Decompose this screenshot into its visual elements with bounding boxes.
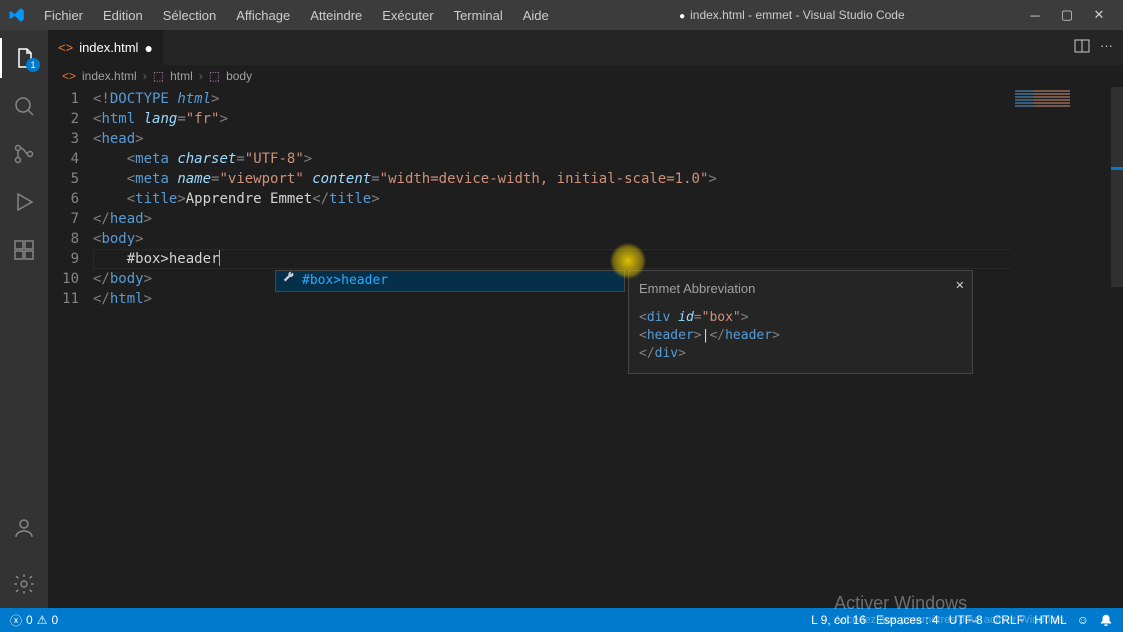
tab-label: index.html — [79, 40, 138, 55]
emmet-preview-popup: ✕ Emmet Abbreviation <div id="box"> <hea… — [628, 270, 973, 374]
wrench-icon — [282, 271, 296, 292]
status-problems[interactable]: ⓧ0 ⚠0 — [10, 612, 58, 629]
menu-affichage[interactable]: Affichage — [228, 4, 298, 27]
emmet-preview-code: <div id="box"> <header>|</header> </div> — [639, 309, 962, 363]
more-actions-icon[interactable]: ··· — [1100, 38, 1113, 57]
titlebar: Fichier Edition Sélection Affichage Atte… — [0, 0, 1123, 30]
code-editor[interactable]: 1 2 3 4 5 6 7 8 9 10 11 <!DOCTYPE html> … — [48, 87, 1123, 608]
chevron-right-icon: › — [143, 69, 147, 83]
menu-aide[interactable]: Aide — [515, 4, 557, 27]
extensions-icon[interactable] — [0, 230, 48, 270]
status-language[interactable]: HTML — [1034, 613, 1067, 627]
run-debug-icon[interactable] — [0, 182, 48, 222]
status-bar: ⓧ0 ⚠0 L 9, col 16 Espaces : 4 UTF-8 CRLF… — [0, 608, 1123, 632]
symbol-icon: ⬚ — [209, 69, 220, 83]
settings-gear-icon[interactable] — [0, 564, 48, 604]
html-file-icon: <> — [58, 40, 73, 55]
warning-icon: ⚠ — [37, 613, 48, 627]
editor-area: <> index.html ● ··· <> index.html › ⬚ ht… — [48, 30, 1123, 608]
breadcrumb-html[interactable]: html — [170, 69, 193, 83]
close-icon[interactable]: ✕ — [1091, 7, 1107, 23]
explorer-icon[interactable]: 1 — [0, 38, 48, 78]
breadcrumb[interactable]: <> index.html › ⬚ html › ⬚ body — [48, 65, 1123, 87]
status-eol[interactable]: CRLF — [993, 613, 1024, 627]
breadcrumb-body[interactable]: body — [226, 69, 252, 83]
activity-bar: 1 — [0, 30, 48, 608]
status-cursor[interactable]: L 9, col 16 — [811, 613, 866, 627]
chevron-right-icon: › — [199, 69, 203, 83]
tab-index-html[interactable]: <> index.html ● — [48, 30, 164, 65]
suggest-widget[interactable]: #box>header — [275, 270, 625, 292]
minimap[interactable] — [1011, 87, 1111, 608]
minimize-icon[interactable]: ─ — [1027, 7, 1043, 23]
menu-terminal[interactable]: Terminal — [446, 4, 511, 27]
vscode-logo-icon — [8, 6, 26, 24]
menu-edition[interactable]: Edition — [95, 4, 151, 27]
suggest-label: #box>header — [302, 271, 388, 291]
emmet-popup-title: Emmet Abbreviation — [639, 279, 962, 299]
accounts-icon[interactable] — [0, 508, 48, 548]
source-control-icon[interactable] — [0, 134, 48, 174]
explorer-badge: 1 — [26, 58, 40, 72]
status-encoding[interactable]: UTF-8 — [949, 613, 983, 627]
close-icon[interactable]: ✕ — [956, 275, 964, 295]
dirty-indicator-icon: ● — [144, 40, 152, 56]
symbol-icon: ⬚ — [153, 69, 164, 83]
breadcrumb-file[interactable]: index.html — [82, 69, 137, 83]
feedback-icon[interactable]: ☺ — [1077, 613, 1089, 627]
line-numbers: 1 2 3 4 5 6 7 8 9 10 11 — [48, 87, 93, 608]
search-icon[interactable] — [0, 86, 48, 126]
menu-selection[interactable]: Sélection — [155, 4, 224, 27]
html-file-icon: <> — [62, 69, 76, 83]
error-icon: ⓧ — [10, 612, 22, 629]
scrollbar[interactable] — [1111, 87, 1123, 608]
status-spaces[interactable]: Espaces : 4 — [876, 613, 939, 627]
menu-atteindre[interactable]: Atteindre — [302, 4, 370, 27]
maximize-icon[interactable]: ▢ — [1059, 7, 1075, 23]
menu-fichier[interactable]: Fichier — [36, 4, 91, 27]
split-editor-icon[interactable] — [1074, 38, 1090, 57]
notifications-icon[interactable] — [1099, 613, 1113, 627]
menu-executer[interactable]: Exécuter — [374, 4, 441, 27]
tab-bar: <> index.html ● ··· — [48, 30, 1123, 65]
window-title: index.html - emmet - Visual Studio Code — [561, 8, 1023, 22]
code-content[interactable]: <!DOCTYPE html> <html lang="fr"> <head> … — [93, 87, 1123, 608]
